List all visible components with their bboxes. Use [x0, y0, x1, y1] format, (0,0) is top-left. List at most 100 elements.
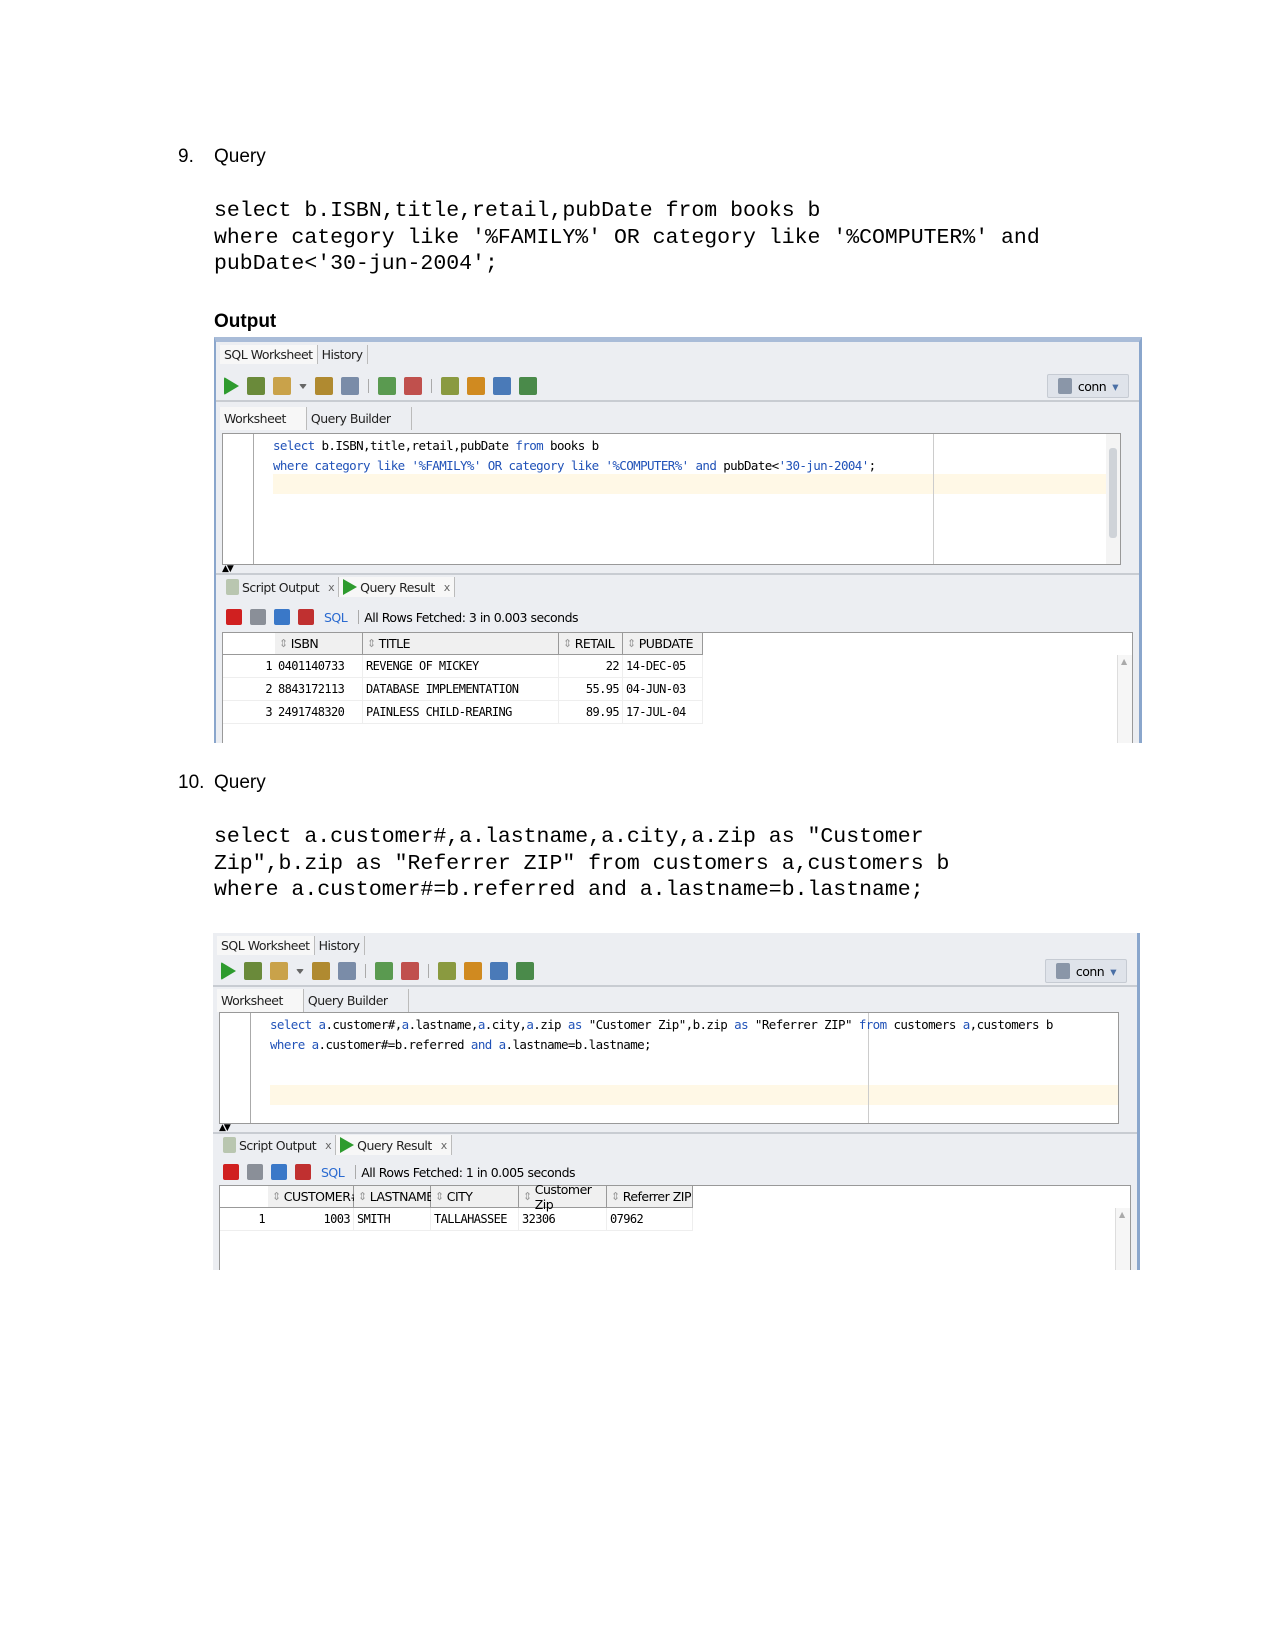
clear-icon[interactable] [464, 962, 482, 980]
run-icon[interactable] [224, 377, 239, 395]
column-header[interactable]: ⇕ PUBDATE [623, 633, 703, 655]
run-script-icon[interactable] [244, 962, 262, 980]
column-header-label: LASTNAME [369, 1189, 434, 1204]
result-toolbar: SQL All Rows Fetched: 1 in 0.005 seconds [213, 1159, 1137, 1185]
tab-worksheet[interactable]: Worksheet [217, 988, 304, 1012]
run-script-icon[interactable] [247, 377, 265, 395]
column-header[interactable]: ⇕ Customer Zip [519, 1182, 607, 1212]
tab-query-result[interactable]: Query Result x [339, 577, 455, 597]
explain-plan-icon[interactable] [341, 377, 359, 395]
sort-icon[interactable]: ⇕ [435, 1190, 444, 1203]
tab-script-output[interactable]: Script Output x [219, 1135, 337, 1155]
column-header-label: ISBN [290, 636, 319, 651]
autotrace-icon[interactable] [315, 377, 333, 395]
tab-query-result[interactable]: Query Result x [336, 1135, 452, 1155]
delete-icon[interactable] [295, 1164, 311, 1180]
code-token: .lastname, [408, 1017, 479, 1032]
commit-transaction-icon[interactable] [378, 377, 396, 395]
close-icon[interactable]: x [441, 1139, 448, 1152]
column-header[interactable]: ⇕ Referrer ZIP [607, 1186, 693, 1208]
table-row[interactable]: 3 2491748320 PAINLESS CHILD-REARING 89.95 17… [223, 701, 703, 724]
tab-query-builder[interactable]: Query Builder [304, 988, 409, 1012]
grid-scrollbar[interactable]: ▲ [1117, 655, 1132, 743]
worksheet-subtab-bar: Worksheet Query Builder [216, 404, 1139, 433]
print-icon[interactable] [250, 609, 266, 625]
tab-history[interactable]: History [315, 935, 365, 955]
refresh-icon[interactable] [274, 609, 290, 625]
sort-icon[interactable]: ⇕ [279, 637, 288, 650]
rollback-icon[interactable] [404, 377, 422, 395]
grid-scrollbar[interactable]: ▲ [1115, 1208, 1130, 1270]
current-line-highlight [273, 474, 1120, 494]
explain-plan-icon[interactable] [338, 962, 356, 980]
rollback-icon[interactable] [401, 962, 419, 980]
code-token: a [962, 1017, 971, 1032]
delete-icon[interactable] [298, 609, 314, 625]
sql-editor[interactable]: select a.customer#,a.lastname,a.city,a.z… [219, 1012, 1119, 1124]
column-header[interactable]: ⇕ LASTNAME [354, 1186, 434, 1208]
history-icon[interactable] [493, 377, 511, 395]
autotrace-icon[interactable] [312, 962, 330, 980]
dropdown-icon[interactable] [299, 383, 307, 389]
run-icon[interactable] [221, 962, 236, 980]
sort-icon[interactable]: ⇕ [611, 1190, 620, 1203]
tab-sql-worksheet[interactable]: SQL Worksheet [217, 935, 315, 955]
sql-developer-screenshot-1: SQL Worksheet History conn ▾ Worksheet Query … [214, 337, 1142, 743]
result-grid: ⇕ ISBN ⇕ TITLE ⇕ RETAIL ⇕ PUBDATE 1 0401140733 REV… [222, 632, 1133, 743]
sort-icon[interactable]: ⇕ [272, 1190, 281, 1203]
sql-tuning-icon[interactable] [441, 377, 459, 395]
code-line: select a.customer#,a.lastname,a.city,a.z… [214, 825, 924, 849]
close-icon[interactable]: x [325, 1139, 332, 1152]
pin-icon[interactable] [226, 609, 242, 625]
tab-worksheet[interactable]: Worksheet [220, 407, 307, 430]
print-icon[interactable] [247, 1164, 263, 1180]
connection-selector[interactable]: conn ▾ [1046, 374, 1129, 398]
code-token: from [515, 438, 544, 453]
dropdown-icon[interactable] [296, 968, 304, 974]
tab-sql-worksheet[interactable]: SQL Worksheet [220, 344, 318, 364]
connection-label: conn [1077, 378, 1107, 394]
connection-selector[interactable]: conn ▾ [1044, 959, 1127, 983]
editor-scrollbar[interactable] [1106, 434, 1120, 564]
code-token: and [470, 1037, 492, 1052]
tab-history[interactable]: History [318, 344, 368, 364]
sort-icon[interactable]: ⇕ [523, 1190, 532, 1203]
column-header-label: TITLE [378, 636, 411, 651]
close-icon[interactable]: x [444, 581, 451, 594]
commit-icon[interactable] [273, 377, 291, 395]
refresh-icon[interactable] [271, 1164, 287, 1180]
column-header[interactable]: ⇕ CUSTOMER# [268, 1186, 361, 1208]
sort-icon[interactable]: ⇕ [627, 637, 636, 650]
sql-tuning-icon[interactable] [438, 962, 456, 980]
column-header[interactable]: ⇕ ISBN [275, 633, 363, 655]
code-token: as [567, 1017, 582, 1032]
history-icon[interactable] [490, 962, 508, 980]
scroll-up-icon[interactable]: ▲ [1121, 657, 1127, 666]
format-icon[interactable] [519, 377, 537, 395]
sql-link[interactable]: SQL [324, 610, 348, 625]
commit-transaction-icon[interactable] [375, 962, 393, 980]
format-icon[interactable] [516, 962, 534, 980]
table-row[interactable]: 1 1003 SMITH TALLAHASSEE 32306 07962 [220, 1208, 693, 1231]
sort-icon[interactable]: ⇕ [358, 1190, 367, 1203]
tab-query-builder[interactable]: Query Builder [307, 407, 412, 430]
table-row[interactable]: 1 0401140733 REVENGE OF MICKEY 22 14-DEC-05 [223, 655, 703, 678]
code-token: select [273, 438, 315, 453]
clear-icon[interactable] [467, 377, 485, 395]
sort-icon[interactable]: ⇕ [563, 637, 572, 650]
column-header[interactable]: ⇕ RETAIL [559, 633, 623, 655]
pin-icon[interactable] [223, 1164, 239, 1180]
column-header-label: RETAIL [574, 636, 615, 651]
scroll-up-icon[interactable]: ▲ [1119, 1210, 1125, 1219]
table-cell: 55.95 [559, 678, 623, 701]
table-row[interactable]: 2 8843172113 DATABASE IMPLEMENTATION 55.95 0… [223, 678, 703, 701]
sql-editor[interactable]: select b.ISBN,title,retail,pubDate from … [222, 433, 1121, 565]
sql-link[interactable]: SQL [321, 1165, 345, 1180]
tab-script-output[interactable]: Script Output x [222, 577, 340, 597]
column-header[interactable]: ⇕ TITLE [363, 633, 559, 655]
sort-icon[interactable]: ⇕ [367, 637, 376, 650]
close-icon[interactable]: x [328, 581, 335, 594]
scrollbar-thumb[interactable] [1109, 448, 1117, 538]
column-header[interactable]: ⇕ CITY [431, 1186, 519, 1208]
commit-icon[interactable] [270, 962, 288, 980]
